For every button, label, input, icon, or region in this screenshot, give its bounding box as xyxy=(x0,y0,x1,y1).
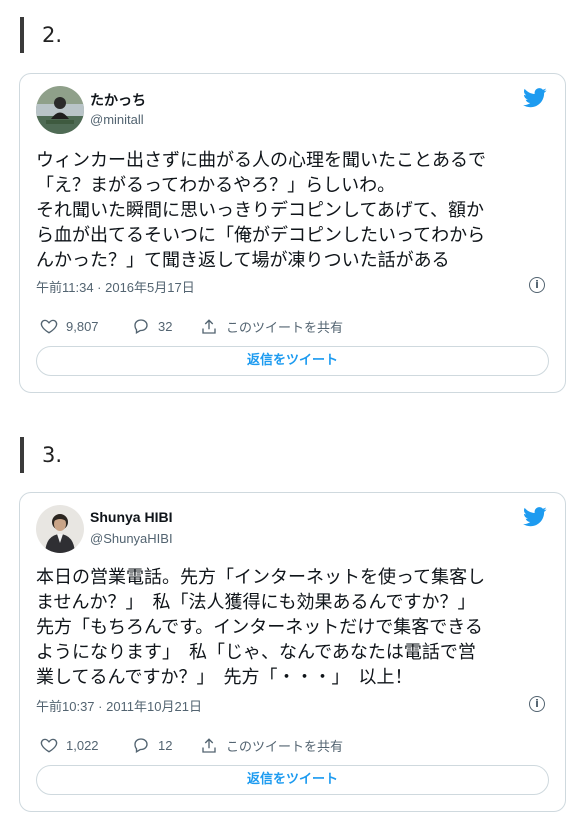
tweet-card[interactable]: たかっち @minitall ウィンカー出さずに曲がる人の心理を聞いたことあるで… xyxy=(19,73,566,393)
reply-bubble-icon xyxy=(134,738,148,753)
display-name[interactable]: たかっち xyxy=(90,90,146,110)
user-handle[interactable]: @minitall xyxy=(90,112,144,127)
share-label: このツイートを共有 xyxy=(226,739,344,754)
like-count: 9,807 xyxy=(66,318,99,334)
reply-count: 32 xyxy=(158,318,173,334)
share-button[interactable]: このツイートを共有 xyxy=(200,736,343,755)
reply-count: 12 xyxy=(158,737,173,753)
share-button[interactable]: このツイートを共有 xyxy=(200,317,343,336)
heart-icon xyxy=(40,319,58,334)
share-label: このツイートを共有 xyxy=(226,320,344,335)
reply-tweet-button[interactable]: 返信をツイート xyxy=(36,346,549,376)
like-count: 1,022 xyxy=(66,737,99,753)
twitter-bird-icon[interactable] xyxy=(523,88,547,108)
user-handle[interactable]: @ShunyaHIBI xyxy=(90,531,173,546)
tweet-text: 本日の営業電話。先方「インターネットを使って集客し ませんか？」 私「法人獲得に… xyxy=(36,567,486,688)
heart-icon xyxy=(40,738,58,753)
reply-bubble-icon xyxy=(134,319,148,334)
info-icon[interactable]: i xyxy=(529,696,545,712)
tweet-text: ウィンカー出さずに曲がる人の心理を聞いたことあるで 「え？まがるってわかるやろ？… xyxy=(36,150,486,271)
share-icon xyxy=(202,318,216,334)
share-icon xyxy=(202,737,216,753)
tweet-actions: 9,807 32 このツイートを共有 xyxy=(36,317,536,337)
section-number: 3. xyxy=(42,443,63,467)
section-heading-3: 3. xyxy=(20,437,62,473)
avatar[interactable] xyxy=(36,86,84,134)
section-number: 2. xyxy=(42,23,63,47)
display-name[interactable]: Shunya HIBI xyxy=(90,509,172,525)
avatar[interactable] xyxy=(36,505,84,553)
reply-button[interactable]: 32 xyxy=(132,317,172,335)
tweet-timestamp[interactable]: 午前10:37 · 2011年10月21日 xyxy=(36,696,202,715)
info-icon[interactable]: i xyxy=(529,277,545,293)
tweet-actions: 1,022 12 このツイートを共有 xyxy=(36,736,536,756)
reply-tweet-button[interactable]: 返信をツイート xyxy=(36,765,549,795)
tweet-timestamp[interactable]: 午前11:34 · 2016年5月17日 xyxy=(36,277,195,296)
tweet-card[interactable]: Shunya HIBI @ShunyaHIBI 本日の営業電話。先方「インターネ… xyxy=(19,492,566,812)
reply-button[interactable]: 12 xyxy=(132,736,172,754)
like-button[interactable]: 9,807 xyxy=(40,317,99,335)
section-heading-2: 2. xyxy=(20,17,62,53)
twitter-bird-icon[interactable] xyxy=(523,507,547,527)
like-button[interactable]: 1,022 xyxy=(40,736,99,754)
